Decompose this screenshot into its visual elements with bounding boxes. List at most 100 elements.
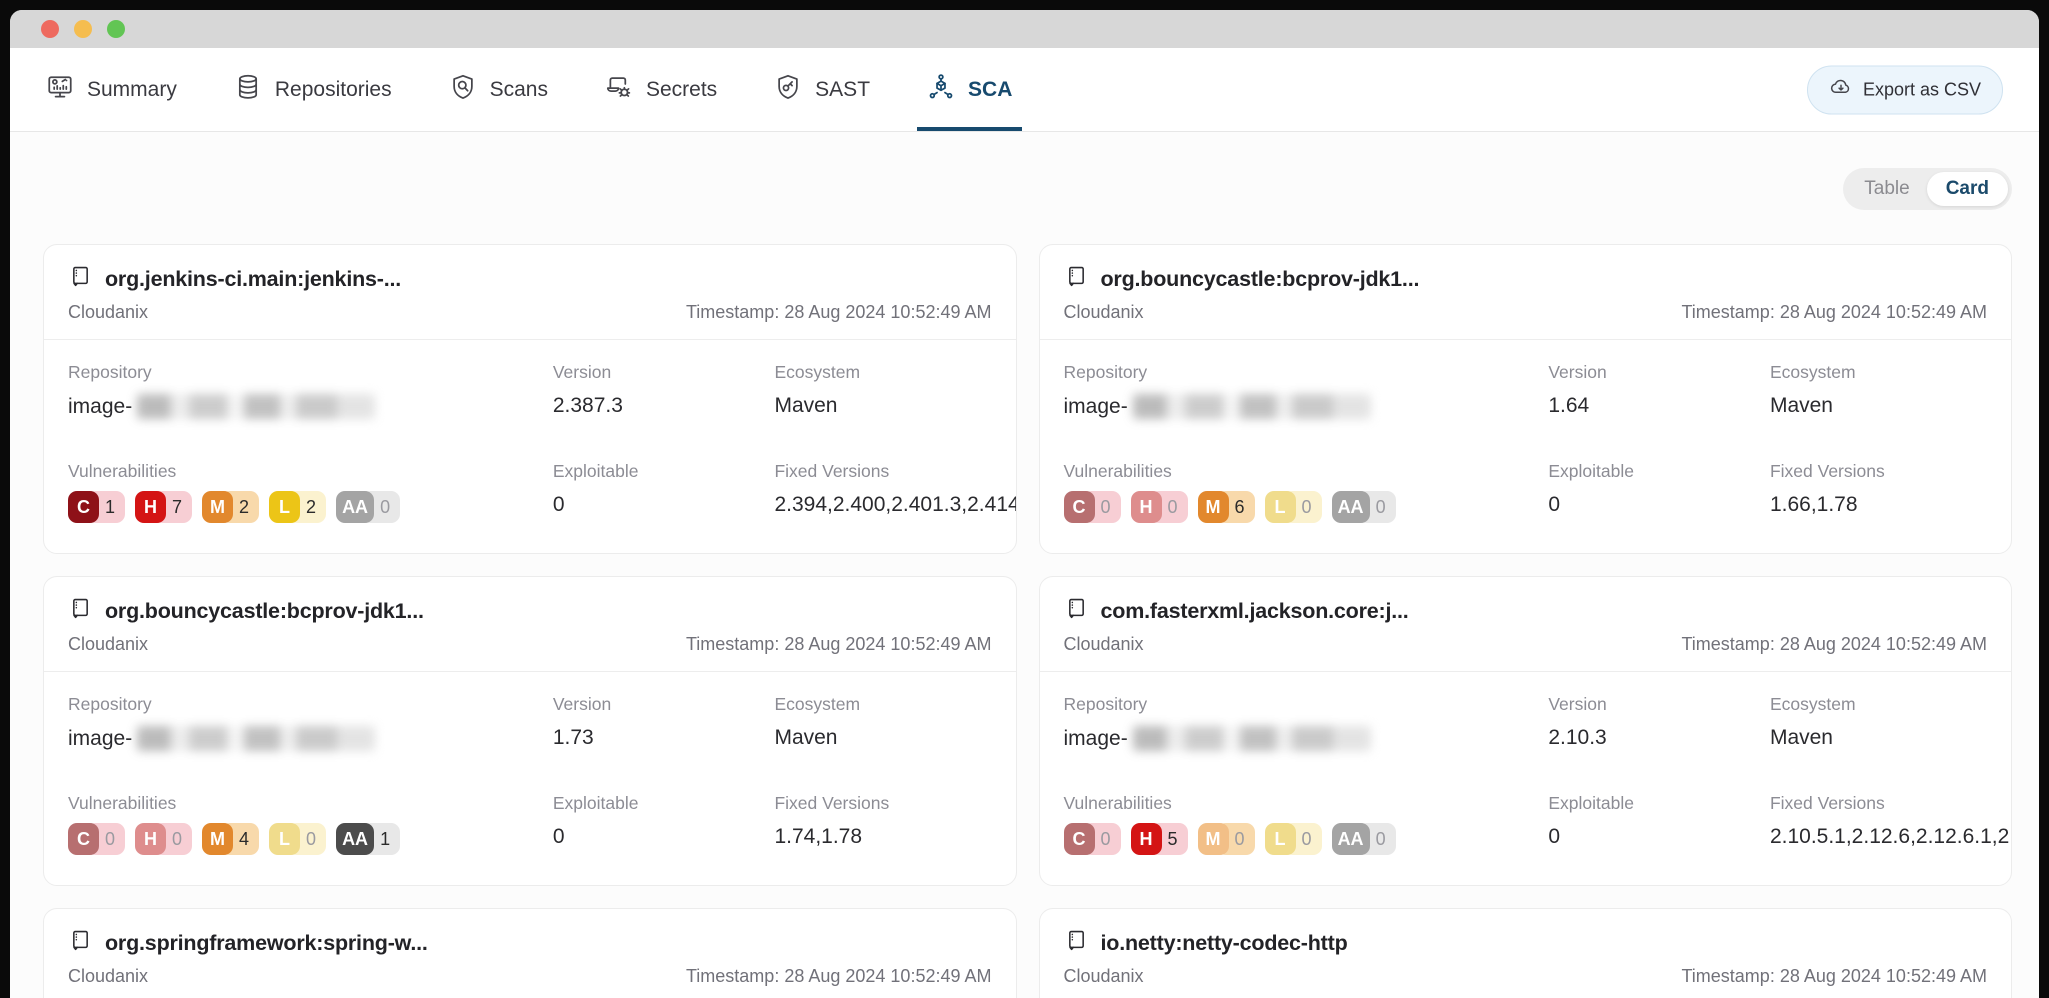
ecosystem-field-label: Ecosystem: [774, 694, 991, 715]
main-nav: Summary Repositories Scans Secrets SAST …: [10, 48, 2039, 132]
card-header: org.bouncycastle:bcprov-jdk1...Cloudanix…: [1040, 245, 2012, 340]
tab-sca[interactable]: SCA: [927, 48, 1012, 131]
dependency-graph-icon: [927, 73, 955, 107]
card-header: org.springframework:spring-w...Cloudanix…: [44, 909, 1016, 998]
exploitable-value: 0: [1548, 493, 1770, 517]
vulnerabilities-field-label: Vulnerabilities: [68, 793, 553, 814]
package-book-icon: [1064, 928, 1089, 958]
package-title: org.bouncycastle:bcprov-jdk1...: [105, 599, 424, 624]
vulnerabilities-field-label: Vulnerabilities: [68, 461, 553, 482]
ecosystem-field: EcosystemMaven: [1770, 694, 1987, 751]
ecosystem-value: Maven: [774, 394, 991, 418]
vulnerabilities-field: VulnerabilitiesC0H5M0L0AA0: [1064, 793, 1549, 855]
severity-badge-aa: AA0: [336, 491, 400, 523]
repository-field: Repositoryimage-: [1064, 362, 1549, 419]
repository-value: image-: [1064, 394, 1549, 419]
timestamp-label: Timestamp: 28 Aug 2024 10:52:49 AM: [1681, 302, 1987, 323]
dashboard-icon: [46, 73, 74, 107]
tab-scans[interactable]: Scans: [449, 48, 548, 131]
severity-letter: L: [1265, 823, 1296, 855]
card-header: com.fasterxml.jackson.core:j...Cloudanix…: [1040, 577, 2012, 672]
tab-secrets[interactable]: Secrets: [605, 48, 717, 131]
card-body: Repositoryimage-Version1.64EcosystemMave…: [1040, 340, 2012, 545]
package-title: org.bouncycastle:bcprov-jdk1...: [1101, 267, 1420, 292]
vulnerabilities-field-label: Vulnerabilities: [1064, 461, 1549, 482]
severity-badge-m: M2: [202, 491, 259, 523]
tab-summary[interactable]: Summary: [46, 48, 177, 131]
severity-letter: AA: [336, 491, 374, 523]
card-meta-row: CloudanixTimestamp: 28 Aug 2024 10:52:49…: [68, 302, 992, 323]
tab-repositories[interactable]: Repositories: [234, 48, 392, 131]
exploitable-field-label: Exploitable: [553, 461, 775, 482]
export-csv-label: Export as CSV: [1863, 79, 1981, 100]
severity-badge-c: C0: [68, 823, 125, 855]
minimize-window-button[interactable]: [74, 20, 92, 38]
severity-letter: H: [1131, 823, 1162, 855]
severity-badge-m: M6: [1198, 491, 1255, 523]
toggle-option-table[interactable]: Table: [1847, 172, 1926, 206]
severity-badge-m: M0: [1198, 823, 1255, 855]
fixed-versions-value: 2.10.5.1,2.12.6,2.12.6.1,2.12.7.1: [1770, 825, 1987, 849]
sca-card: org.bouncycastle:bcprov-jdk1...Cloudanix…: [43, 576, 1017, 886]
laptop-bug-icon: [605, 73, 633, 107]
severity-badge-m: M4: [202, 823, 259, 855]
fixed-versions-field-label: Fixed Versions: [774, 461, 991, 482]
version-field-label: Version: [553, 362, 775, 383]
app-window: Summary Repositories Scans Secrets SAST …: [10, 10, 2039, 998]
severity-badge-l: L0: [1265, 491, 1322, 523]
severity-letter: H: [1131, 491, 1162, 523]
severity-letter: C: [68, 491, 99, 523]
version-value: 2.387.3: [553, 394, 775, 418]
exploitable-value: 0: [553, 493, 775, 517]
severity-badge-aa: AA0: [1332, 491, 1396, 523]
card-body: Repositoryimage-Version1.73EcosystemMave…: [44, 672, 1016, 877]
vendor-label: Cloudanix: [1064, 966, 1144, 987]
repository-field: Repositoryimage-: [1064, 694, 1549, 751]
tab-sast[interactable]: SAST: [774, 48, 870, 131]
card-header: org.jenkins-ci.main:jenkins-... Cloudanix…: [44, 245, 1016, 340]
severity-letter: M: [202, 823, 233, 855]
sca-card: org.springframework:spring-w...Cloudanix…: [43, 908, 1017, 998]
database-icon: [234, 73, 262, 107]
toggle-option-card[interactable]: Card: [1927, 172, 2008, 206]
repository-field: Repositoryimage-: [68, 694, 553, 751]
zoom-window-button[interactable]: [107, 20, 125, 38]
severity-badge-h: H5: [1131, 823, 1188, 855]
exploitable-field-label: Exploitable: [553, 793, 775, 814]
timestamp-label: Timestamp: 28 Aug 2024 10:52:49 AM: [686, 634, 992, 655]
fixed-versions-field: Fixed Versions1.66,1.78: [1770, 461, 1987, 523]
ecosystem-value: Maven: [774, 726, 991, 750]
exploitable-field: Exploitable0: [1548, 793, 1770, 855]
close-window-button[interactable]: [41, 20, 59, 38]
card-title-row: org.bouncycastle:bcprov-jdk1...: [68, 597, 992, 625]
repository-field-label: Repository: [68, 362, 553, 383]
severity-badge-aa: AA1: [336, 823, 400, 855]
exploitable-field: Exploitable0: [553, 793, 775, 855]
card-header: io.netty:netty-codec-httpCloudanixTimest…: [1040, 909, 2012, 998]
exploitable-field: Exploitable 0: [553, 461, 775, 523]
fixed-versions-field: Fixed Versions 2.394,2.400,2.401.3,2.414.…: [774, 461, 991, 523]
macos-titlebar: [10, 10, 2039, 48]
ecosystem-field-label: Ecosystem: [774, 362, 991, 383]
fixed-versions-value: 2.394,2.400,2.401.3,2.414.1: [774, 493, 991, 517]
view-toolbar: Table Card: [43, 132, 2012, 210]
tab-label: Repositories: [275, 78, 392, 102]
severity-letter: L: [1265, 491, 1296, 523]
tab-label: SCA: [968, 78, 1012, 102]
repository-prefix: image-: [68, 395, 132, 419]
vendor-label: Cloudanix: [68, 966, 148, 987]
package-book-icon: [68, 928, 93, 958]
package-title: org.jenkins-ci.main:jenkins-...: [105, 267, 401, 292]
repository-prefix: image-: [1064, 727, 1128, 751]
repository-field: Repository image-: [68, 362, 553, 419]
severity-letter: C: [68, 823, 99, 855]
repository-value: image-: [68, 726, 553, 751]
severity-letter: H: [135, 491, 166, 523]
card-title-row: com.fasterxml.jackson.core:j...: [1064, 597, 1988, 625]
export-csv-button[interactable]: Export as CSV: [1807, 65, 2003, 114]
vendor-label: Cloudanix: [68, 302, 148, 323]
card-body: Repositoryimage-Version2.10.3EcosystemMa…: [1040, 672, 2012, 877]
severity-badges: C0H5M0L0AA0: [1064, 823, 1549, 855]
severity-letter: M: [1198, 491, 1229, 523]
severity-badge-h: H7: [135, 491, 192, 523]
